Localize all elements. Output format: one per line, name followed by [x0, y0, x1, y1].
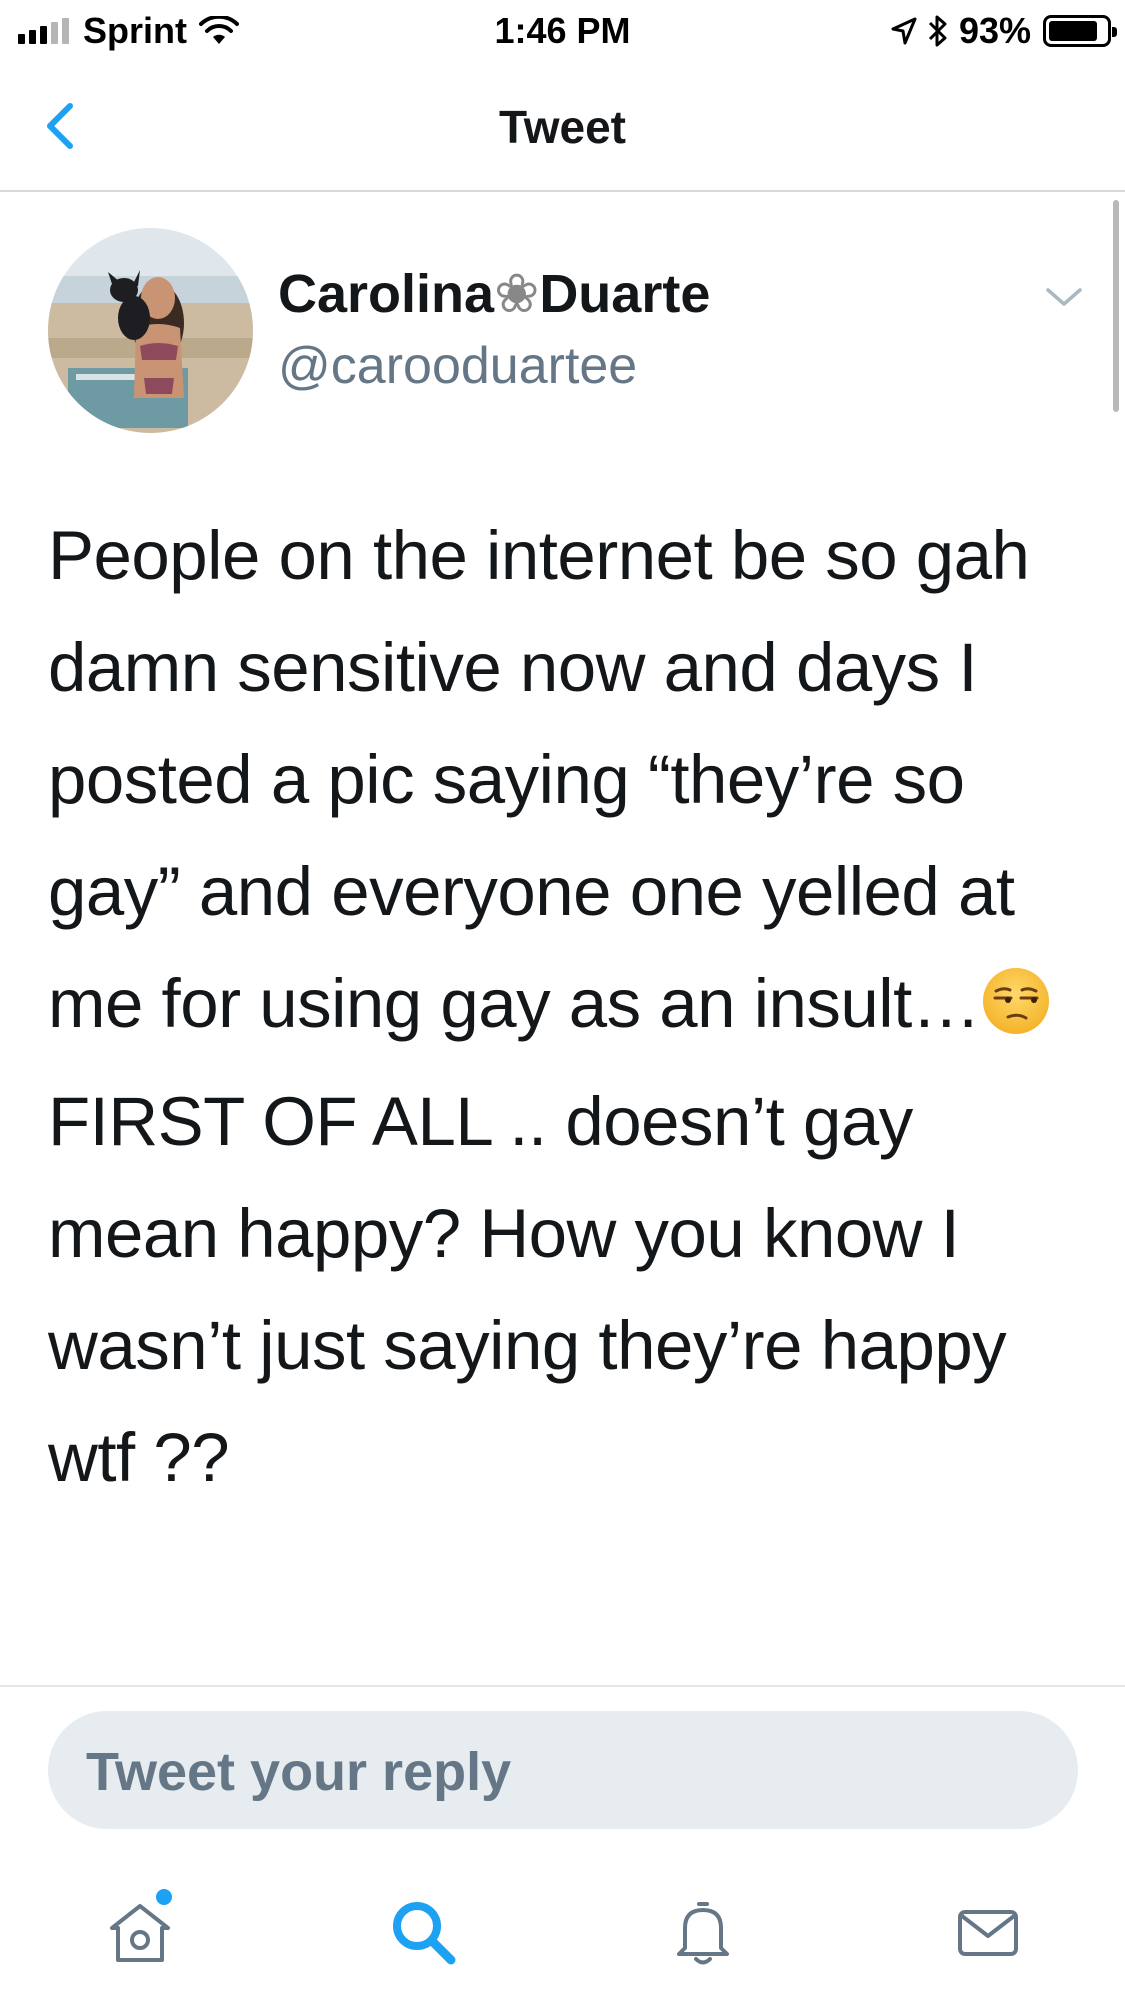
tweet-paragraph-2: FIRST OF ALL .. doesn’t gay mean happy? … — [48, 1083, 1007, 1496]
chevron-down-icon[interactable] — [1042, 282, 1086, 312]
unamused-face-emoji-icon — [983, 968, 1050, 1034]
author-first-name: Carolina — [278, 264, 495, 324]
bluetooth-icon — [928, 15, 947, 47]
status-bar: Sprint 1:46 PM 93% — [0, 0, 1125, 62]
battery-percent: 93% — [958, 10, 1031, 51]
tweet-detail-screen: Sprint 1:46 PM 93% Tweet Carolina❀Duarte… — [0, 0, 1125, 2001]
avatar[interactable] — [48, 228, 253, 433]
page-title: Tweet — [499, 101, 626, 153]
flower-separator: ❀ — [494, 264, 540, 324]
new-content-dot — [153, 1886, 175, 1908]
bottom-tab-bar — [0, 1850, 1125, 2001]
scroll-indicator[interactable] — [1113, 200, 1119, 412]
divider — [0, 1685, 1125, 1687]
search-icon[interactable] — [383, 1892, 463, 1972]
mail-icon[interactable] — [948, 1892, 1028, 1972]
tweet-paragraph-1: People on the internet be so gah damn se… — [48, 500, 1088, 1060]
reply-input[interactable]: Tweet your reply — [48, 1711, 1078, 1829]
bell-icon[interactable] — [663, 1892, 743, 1972]
tweet-paragraph-1-text: People on the internet be so gah damn se… — [48, 517, 1030, 1042]
navigation-bar: Tweet — [0, 62, 1125, 192]
status-right: 93% — [891, 10, 1117, 52]
reply-placeholder: Tweet your reply — [86, 1742, 512, 1802]
battery-icon — [1043, 15, 1117, 47]
author-display-name[interactable]: Carolina❀Duarte — [278, 262, 710, 325]
author-handle[interactable]: @carooduartee — [278, 336, 637, 396]
location-icon — [891, 17, 917, 45]
author-last-name: Duarte — [539, 264, 711, 324]
tweet-text: People on the internet be so gah damn se… — [48, 500, 1088, 1514]
